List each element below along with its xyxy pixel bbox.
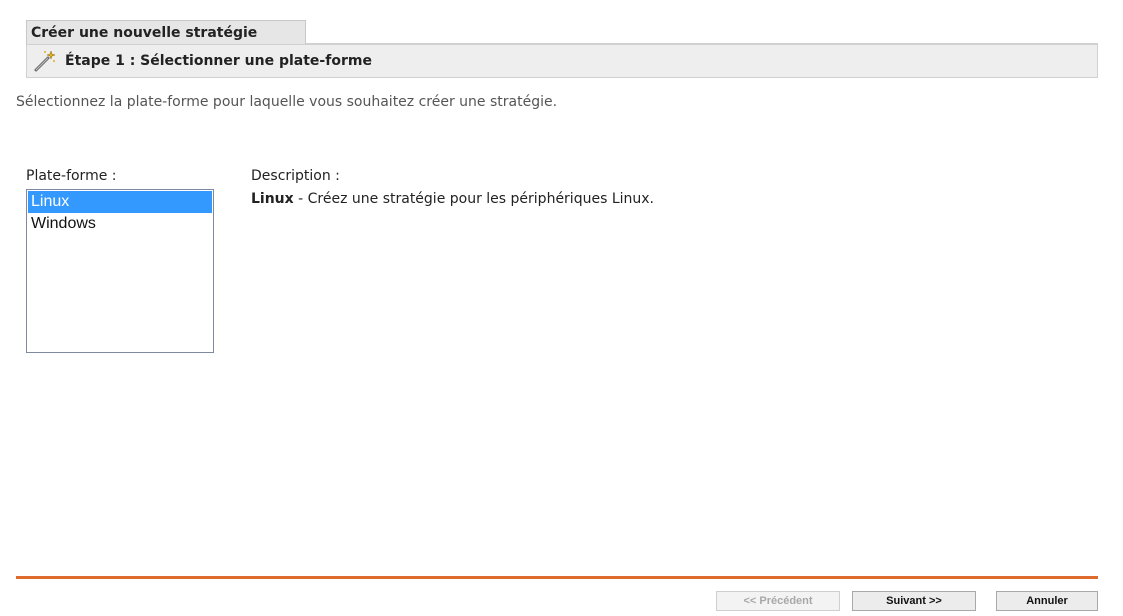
- platform-option-windows[interactable]: Windows: [28, 213, 212, 235]
- next-button[interactable]: Suivant >>: [852, 591, 976, 611]
- platform-listbox[interactable]: Linux Windows: [26, 189, 214, 353]
- cancel-button[interactable]: Annuler: [996, 591, 1098, 611]
- page-title: Créer une nouvelle stratégie: [26, 20, 306, 44]
- description-platform-name: Linux: [251, 191, 294, 207]
- description-text: Linux - Créez une stratégie pour les pér…: [251, 191, 654, 207]
- step-title: Étape 1 : Sélectionner une plate-forme: [65, 53, 372, 69]
- platform-label: Plate-forme :: [26, 168, 117, 184]
- platform-option-linux[interactable]: Linux: [28, 191, 212, 213]
- step-header: Étape 1 : Sélectionner une plate-forme: [26, 44, 1098, 78]
- footer-divider: [16, 576, 1098, 579]
- description-label: Description :: [251, 168, 340, 184]
- magic-wand-icon: [34, 50, 56, 72]
- previous-button[interactable]: << Précédent: [716, 591, 840, 611]
- description-body: - Créez une stratégie pour les périphéri…: [293, 191, 654, 207]
- instruction-text: Sélectionnez la plate-forme pour laquell…: [16, 94, 558, 110]
